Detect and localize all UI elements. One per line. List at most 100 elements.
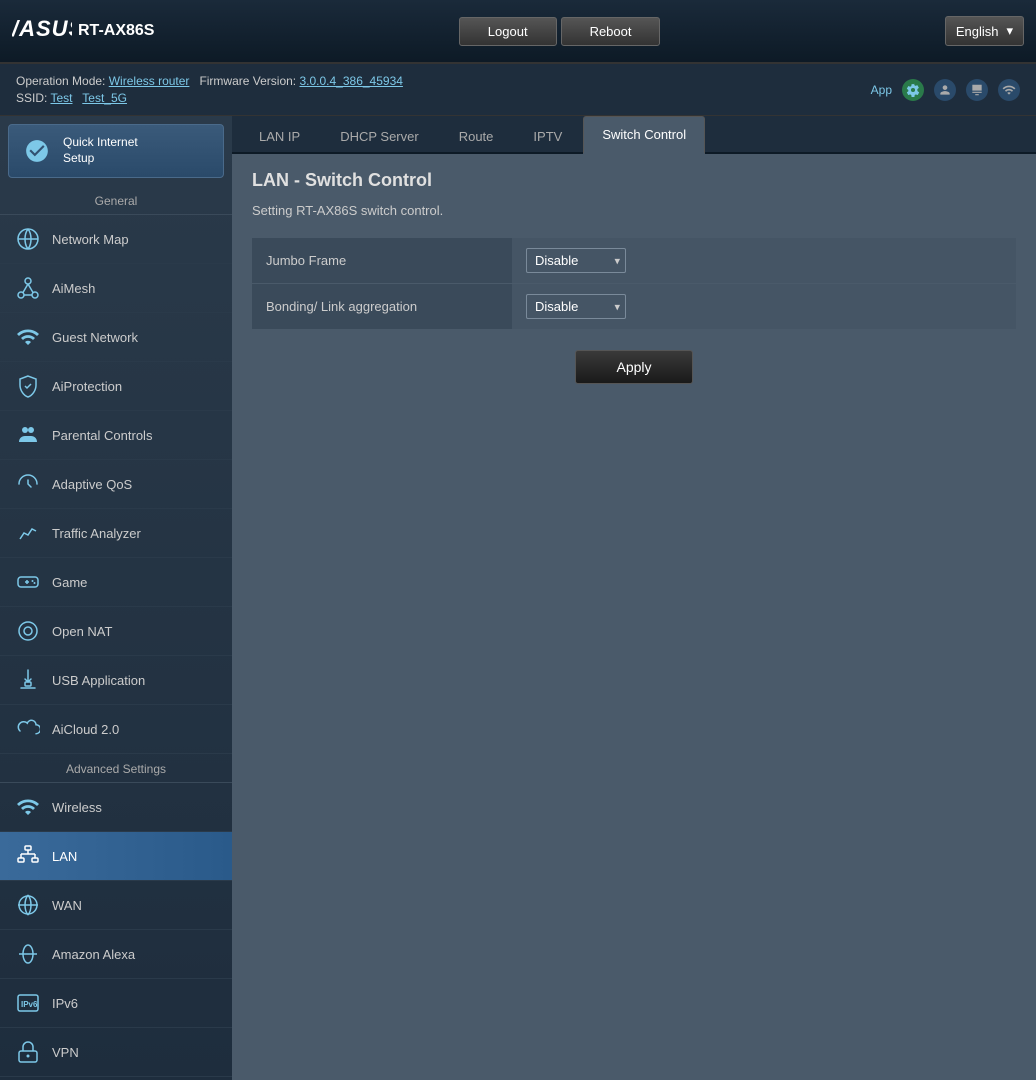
- svg-text:/ASUS: /ASUS: [12, 16, 72, 41]
- sidebar-item-network-map[interactable]: Network Map: [0, 215, 232, 264]
- info-icons: App: [871, 79, 1020, 101]
- page-subtitle: Setting RT-AX86S switch control.: [252, 203, 1016, 218]
- language-label: English: [956, 24, 999, 39]
- wireless-icon: [14, 793, 42, 821]
- sidebar-item-game[interactable]: Game: [0, 558, 232, 607]
- parental-controls-icon: [14, 421, 42, 449]
- game-label: Game: [52, 575, 87, 590]
- jumbo-frame-select[interactable]: Disable Enable: [526, 248, 626, 273]
- jumbo-frame-label: Jumbo Frame: [252, 238, 512, 284]
- general-section-label: General: [0, 186, 232, 215]
- monitor-icon[interactable]: [966, 79, 988, 101]
- wan-icon: [14, 891, 42, 919]
- usb-application-icon: [14, 666, 42, 694]
- ssid-2g[interactable]: Test: [50, 91, 72, 105]
- sidebar-item-amazon-alexa[interactable]: Amazon Alexa: [0, 930, 232, 979]
- sidebar-item-traffic-analyzer[interactable]: Traffic Analyzer: [0, 509, 232, 558]
- lan-label: LAN: [52, 849, 77, 864]
- sidebar-item-lan[interactable]: LAN: [0, 832, 232, 881]
- tab-route[interactable]: Route: [440, 118, 513, 154]
- quick-setup-label: Quick InternetSetup: [63, 135, 138, 166]
- reboot-button[interactable]: Reboot: [561, 17, 661, 46]
- firmware-value[interactable]: 3.0.0.4_386_45934: [299, 74, 402, 88]
- tab-dhcp-server[interactable]: DHCP Server: [321, 118, 438, 154]
- bonding-select-wrapper: Disable Enable: [526, 294, 626, 319]
- tabs-bar: LAN IP DHCP Server Route IPTV Switch Con…: [232, 116, 1036, 154]
- sidebar-item-aimesh[interactable]: AiMesh: [0, 264, 232, 313]
- operation-mode-label: Operation Mode:: [16, 74, 105, 88]
- operation-mode-line: Operation Mode: Wireless router Firmware…: [16, 74, 403, 88]
- app-label: App: [871, 83, 892, 97]
- svg-text:IPv6: IPv6: [21, 1000, 38, 1009]
- advanced-section-label: Advanced Settings: [0, 754, 232, 783]
- sidebar-item-vpn[interactable]: VPN: [0, 1028, 232, 1077]
- bonding-select[interactable]: Disable Enable: [526, 294, 626, 319]
- user-icon[interactable]: [934, 79, 956, 101]
- operation-mode-value[interactable]: Wireless router: [109, 74, 190, 88]
- amazon-alexa-icon: [14, 940, 42, 968]
- ssid-line: SSID: Test Test_5G: [16, 91, 403, 105]
- bonding-control: Disable Enable: [512, 284, 1016, 330]
- jumbo-frame-row: Jumbo Frame Disable Enable: [252, 238, 1016, 284]
- quick-internet-setup[interactable]: Quick InternetSetup: [8, 124, 224, 178]
- sidebar-item-guest-network[interactable]: Guest Network: [0, 313, 232, 362]
- open-nat-label: Open NAT: [52, 624, 112, 639]
- router-model: RT-AX86S: [78, 22, 154, 40]
- logout-button[interactable]: Logout: [459, 17, 557, 46]
- header-buttons: Logout Reboot: [174, 17, 944, 46]
- chevron-down-icon: ▾: [1006, 23, 1013, 39]
- aicloud-label: AiCloud 2.0: [52, 722, 119, 737]
- network-icon[interactable]: [998, 79, 1020, 101]
- ipv6-label: IPv6: [52, 996, 78, 1011]
- traffic-analyzer-label: Traffic Analyzer: [52, 526, 141, 541]
- aimesh-icon: [14, 274, 42, 302]
- sidebar-item-parental-controls[interactable]: Parental Controls: [0, 411, 232, 460]
- aimesh-label: AiMesh: [52, 281, 95, 296]
- guest-network-icon: [14, 323, 42, 351]
- ssid-5g[interactable]: Test_5G: [82, 91, 127, 105]
- tab-lan-ip[interactable]: LAN IP: [240, 118, 319, 154]
- language-selector[interactable]: English ▾: [945, 16, 1024, 46]
- header: /ASUS RT-AX86S Logout Reboot English ▾: [0, 0, 1036, 64]
- sidebar-item-aiprotection[interactable]: AiProtection: [0, 362, 232, 411]
- lan-icon: [14, 842, 42, 870]
- parental-controls-label: Parental Controls: [52, 428, 152, 443]
- sidebar-item-aicloud[interactable]: AiCloud 2.0: [0, 705, 232, 754]
- sidebar-item-open-nat[interactable]: Open NAT: [0, 607, 232, 656]
- aiprotection-label: AiProtection: [52, 379, 122, 394]
- apply-button[interactable]: Apply: [575, 350, 692, 384]
- jumbo-frame-select-wrapper: Disable Enable: [526, 248, 626, 273]
- bonding-label: Bonding/ Link aggregation: [252, 284, 512, 330]
- guest-network-label: Guest Network: [52, 330, 138, 345]
- traffic-analyzer-icon: [14, 519, 42, 547]
- page-content: LAN - Switch Control Setting RT-AX86S sw…: [232, 154, 1036, 400]
- open-nat-icon: [14, 617, 42, 645]
- sidebar-item-usb-application[interactable]: USB Application: [0, 656, 232, 705]
- firmware-label: Firmware Version:: [199, 74, 296, 88]
- aiprotection-icon: [14, 372, 42, 400]
- wireless-label: Wireless: [52, 800, 102, 815]
- sidebar-item-adaptive-qos[interactable]: Adaptive QoS: [0, 460, 232, 509]
- sidebar-item-wireless[interactable]: Wireless: [0, 783, 232, 832]
- logo-area: /ASUS RT-AX86S: [12, 14, 154, 48]
- adaptive-qos-icon: [14, 470, 42, 498]
- usb-application-label: USB Application: [52, 673, 145, 688]
- info-bar: Operation Mode: Wireless router Firmware…: [0, 64, 1036, 116]
- settings-icon[interactable]: [902, 79, 924, 101]
- main-layout: Quick InternetSetup General Network Map …: [0, 116, 1036, 1080]
- settings-table: Jumbo Frame Disable Enable Bonding/ Link…: [252, 238, 1016, 330]
- network-map-icon: [14, 225, 42, 253]
- bonding-row: Bonding/ Link aggregation Disable Enable: [252, 284, 1016, 330]
- vpn-icon: [14, 1038, 42, 1066]
- sidebar-item-ipv6[interactable]: IPv6 IPv6: [0, 979, 232, 1028]
- asus-logo: /ASUS: [12, 14, 72, 48]
- vpn-label: VPN: [52, 1045, 79, 1060]
- wan-label: WAN: [52, 898, 82, 913]
- tab-iptv[interactable]: IPTV: [514, 118, 581, 154]
- tab-switch-control[interactable]: Switch Control: [583, 116, 705, 154]
- info-left: Operation Mode: Wireless router Firmware…: [16, 74, 403, 105]
- sidebar-item-wan[interactable]: WAN: [0, 881, 232, 930]
- adaptive-qos-label: Adaptive QoS: [52, 477, 132, 492]
- page-title: LAN - Switch Control: [252, 170, 1016, 191]
- content-area: LAN IP DHCP Server Route IPTV Switch Con…: [232, 116, 1036, 1080]
